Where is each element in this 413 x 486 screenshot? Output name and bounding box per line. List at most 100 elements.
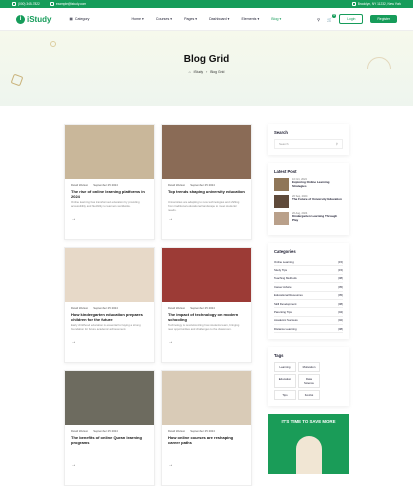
- post-title[interactable]: The rise of online learning platforms in…: [65, 187, 154, 199]
- arrow-right-icon[interactable]: →: [65, 335, 154, 349]
- search-icon[interactable]: ⚲: [317, 17, 320, 22]
- post-author[interactable]: David Welson: [71, 183, 88, 187]
- category-item[interactable]: Academic Success (02): [274, 317, 343, 325]
- category-name: Academic Success: [274, 318, 298, 323]
- category-name: Study Tips: [274, 268, 288, 273]
- post-meta: David Welson September 25 2024: [65, 302, 154, 310]
- post-date: September 25 2024: [93, 429, 118, 433]
- promo-banner[interactable]: IT'S TIME TO SAVE MORE: [268, 414, 349, 475]
- post-author[interactable]: David Welson: [168, 429, 185, 433]
- category-name: Online Learning: [274, 259, 294, 264]
- location-icon: [351, 2, 356, 6]
- page-hero: Blog Grid ⌂ iStudy › Blog Grid: [0, 31, 413, 106]
- phone-info[interactable]: (000) 345-7822: [12, 2, 40, 6]
- blog-card[interactable]: David Welson September 25 2024 How online …: [161, 370, 252, 486]
- post-meta: David Welson September 25 2024: [162, 302, 251, 310]
- latest-post-thumb[interactable]: [274, 212, 289, 225]
- latest-post-thumb[interactable]: [274, 195, 289, 208]
- post-thumbnail[interactable]: [65, 125, 154, 179]
- category-dropdown[interactable]: ▦ Category: [69, 17, 89, 21]
- category-count: (08): [338, 301, 343, 306]
- latest-post-title[interactable]: Exploring Online Learning Strategies: [292, 180, 343, 189]
- post-author[interactable]: David Welson: [71, 306, 88, 310]
- post-meta: David Welson September 25 2024: [162, 425, 251, 433]
- post-author[interactable]: David Welson: [168, 183, 185, 187]
- latest-post-item[interactable]: 20 Aug, 2024 Kindergarten Learning Throug…: [274, 212, 343, 225]
- breadcrumb: ⌂ iStudy › Blog Grid: [0, 70, 413, 74]
- blog-card[interactable]: David Welson September 25 2024 How kinderg…: [64, 247, 155, 363]
- tag-item[interactable]: Motivation: [298, 362, 320, 373]
- post-title[interactable]: How kindergarten education prepares chil…: [65, 310, 154, 322]
- category-item[interactable]: Online Learning (15): [274, 258, 343, 267]
- email-info[interactable]: example@istudy.com: [49, 2, 86, 6]
- category-item[interactable]: Study Tips (15): [274, 266, 343, 275]
- post-author[interactable]: David Welson: [71, 429, 88, 433]
- latest-post-item[interactable]: 20 Sep, 2024 The Future of University Edu…: [274, 195, 343, 208]
- tags-widget: Tags Learning Motivation Education Data Sci…: [268, 347, 349, 407]
- category-item[interactable]: Parenting Tips (04): [274, 308, 343, 317]
- post-excerpt: Universities are adapting to new technol…: [168, 200, 240, 212]
- cart-badge: 0: [332, 13, 337, 18]
- category-count: (15): [338, 259, 343, 264]
- post-title[interactable]: Top trends shaping university education: [162, 187, 251, 199]
- category-count: (08): [338, 326, 343, 331]
- tag-item[interactable]: Tips: [274, 390, 296, 401]
- category-name: Career Advice: [274, 284, 292, 289]
- post-excerpt: [65, 445, 154, 458]
- tag-item[interactable]: Learning: [274, 362, 296, 373]
- main-nav: i iStudy ▦ Category Home ▾ Courses ▾ Pages…: [0, 8, 413, 31]
- tag-item[interactable]: Kovilot: [298, 390, 320, 401]
- nav-blog[interactable]: Blog ▾: [271, 17, 281, 21]
- tag-item[interactable]: Data Science: [298, 374, 320, 389]
- blog-card[interactable]: David Welson September 25 2024 The benefit…: [64, 370, 155, 486]
- arrow-right-icon[interactable]: →: [65, 458, 154, 472]
- category-item[interactable]: Teaching Methods (08): [274, 275, 343, 284]
- latest-post-thumb[interactable]: [274, 178, 289, 191]
- post-author[interactable]: David Welson: [168, 306, 185, 310]
- nav-pages[interactable]: Pages ▾: [184, 17, 197, 21]
- arrow-right-icon[interactable]: →: [162, 212, 251, 226]
- tag-item[interactable]: Education: [274, 374, 296, 389]
- category-item[interactable]: Career Advice (05): [274, 283, 343, 292]
- arrow-right-icon[interactable]: →: [162, 335, 251, 349]
- blog-card[interactable]: David Welson September 25 2024 Top trends …: [161, 124, 252, 240]
- category-count: (05): [338, 284, 343, 289]
- register-button[interactable]: Register: [370, 15, 397, 23]
- arrow-right-icon[interactable]: →: [65, 212, 154, 226]
- post-title[interactable]: The benefits of online Quran learning pr…: [65, 433, 154, 445]
- nav-courses[interactable]: Courses ▾: [156, 17, 172, 21]
- nav-home[interactable]: Home ▾: [131, 17, 143, 21]
- post-thumbnail[interactable]: [162, 371, 251, 425]
- sidebar: Search Search ⚲ Latest Post 10 Oct, 2024 E…: [268, 124, 349, 486]
- post-thumbnail[interactable]: [162, 125, 251, 179]
- nav-dashboard[interactable]: Dashboard ▾: [209, 17, 229, 21]
- category-item[interactable]: Distance Learning (08): [274, 325, 343, 334]
- blog-card[interactable]: David Welson September 25 2024 The impact …: [161, 247, 252, 363]
- latest-post-widget: Latest Post 10 Oct, 2024 Exploring Online…: [268, 163, 349, 235]
- cart-icon[interactable]: 🛒 0: [327, 13, 337, 22]
- login-button[interactable]: Login: [339, 14, 364, 24]
- category-item[interactable]: Educational Resources (05): [274, 292, 343, 300]
- latest-post-item[interactable]: 10 Oct, 2024 Exploring Online Learning St…: [274, 178, 343, 191]
- arrow-right-icon[interactable]: →: [162, 458, 251, 472]
- breadcrumb-home[interactable]: iStudy: [194, 70, 203, 74]
- post-excerpt: [162, 445, 251, 458]
- post-thumbnail[interactable]: [65, 371, 154, 425]
- search-icon[interactable]: ⚲: [336, 142, 338, 146]
- post-thumbnail[interactable]: [65, 248, 154, 302]
- site-logo[interactable]: i iStudy: [16, 14, 51, 24]
- blog-grid: David Welson September 25 2024 The rise of…: [64, 124, 252, 486]
- latest-post-title[interactable]: The Future of University Education: [292, 197, 342, 202]
- category-item[interactable]: Skill Development (08): [274, 300, 343, 309]
- post-title[interactable]: The impact of technology on modern schoo…: [162, 310, 251, 322]
- search-input[interactable]: Search ⚲: [274, 139, 343, 149]
- blog-card[interactable]: David Welson September 25 2024 The rise of…: [64, 124, 155, 240]
- promo-image: [296, 436, 322, 475]
- post-title[interactable]: How online courses are reshaping career …: [162, 433, 251, 445]
- category-name: Distance Learning: [274, 326, 297, 331]
- search-widget: Search Search ⚲: [268, 124, 349, 155]
- post-thumbnail[interactable]: [162, 248, 251, 302]
- latest-post-title[interactable]: Kindergarten Learning Through Play: [292, 214, 343, 223]
- nav-elements[interactable]: Elements ▾: [241, 17, 259, 21]
- post-excerpt: Early childhood education is essential f…: [71, 323, 141, 331]
